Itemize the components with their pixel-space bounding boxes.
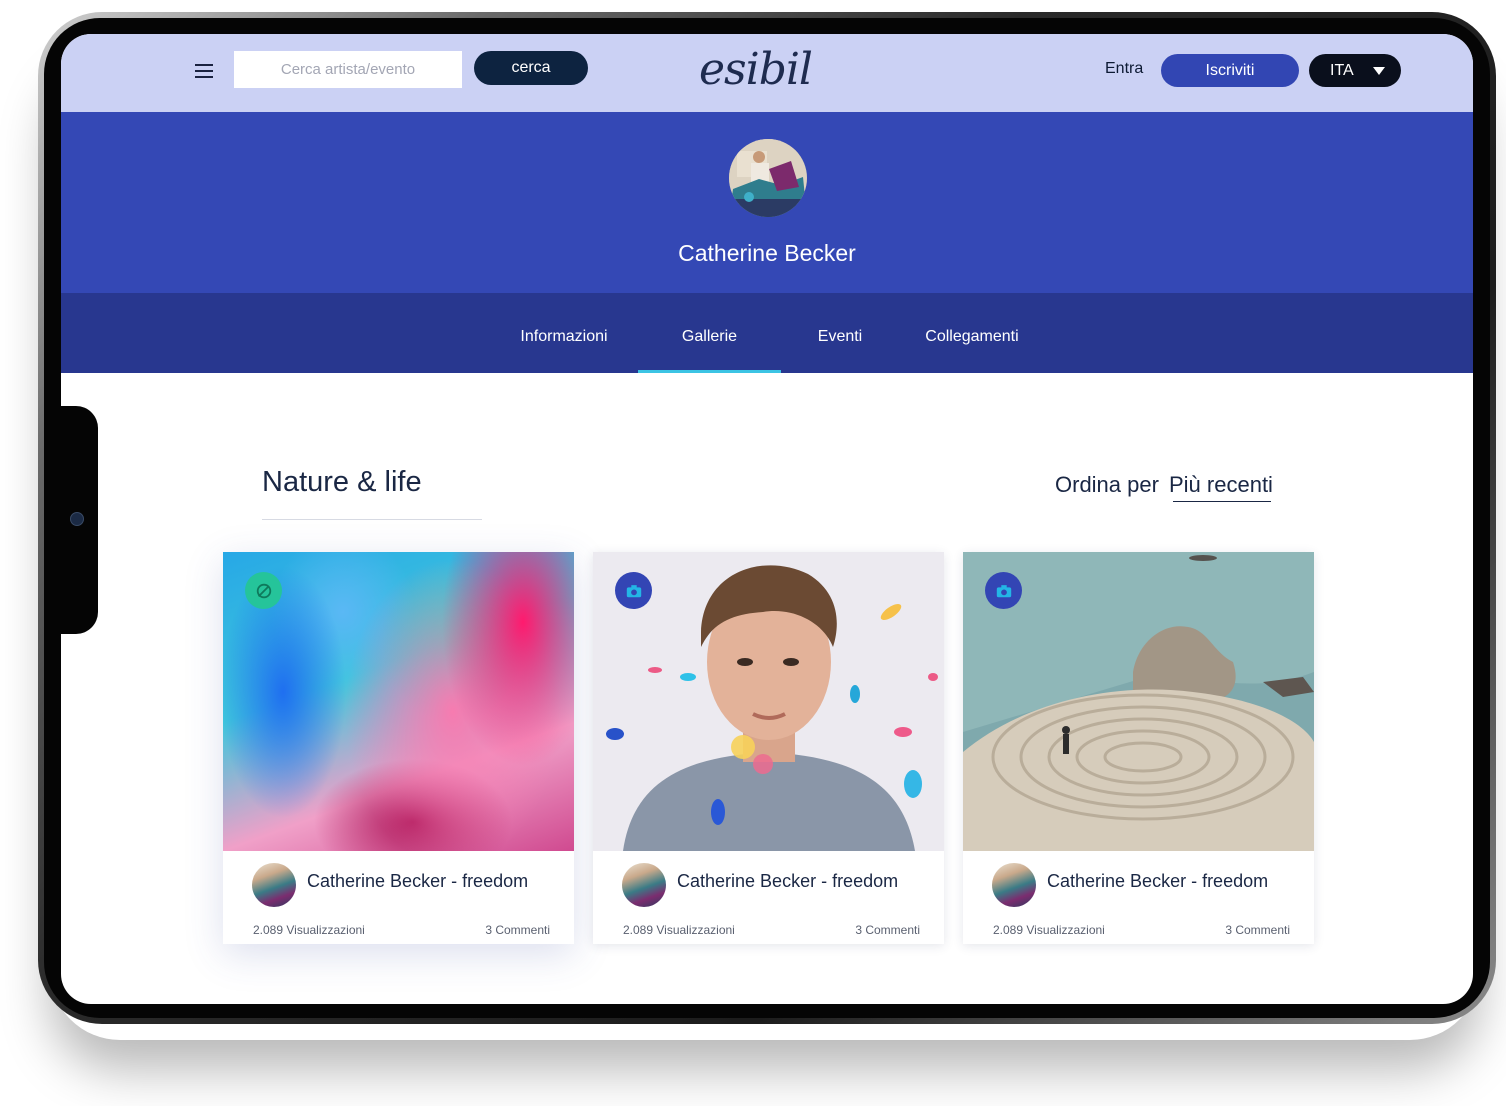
tab-eventi[interactable]: Eventi — [799, 293, 881, 373]
author-avatar[interactable] — [992, 863, 1036, 907]
views-count: 2.089 Visualizzazioni — [993, 923, 1105, 937]
camera-icon — [985, 572, 1022, 609]
profile-avatar[interactable] — [729, 139, 807, 217]
title-divider — [262, 519, 482, 520]
active-tab-indicator — [638, 370, 781, 373]
tab-collegamenti[interactable]: Collegamenti — [907, 293, 1037, 373]
profile-tabs: Informazioni Gallerie Eventi Collegament… — [61, 293, 1473, 373]
sort-label: Ordina per — [1055, 472, 1159, 497]
tab-gallerie[interactable]: Gallerie — [638, 293, 781, 373]
author-avatar[interactable] — [252, 863, 296, 907]
author-avatar[interactable] — [622, 863, 666, 907]
profile-header: Catherine Becker — [61, 112, 1473, 293]
gallery-card[interactable]: Catherine Becker - freedom 2.089 Visuali… — [223, 552, 574, 944]
top-navbar: cerca esibil Entra Iscriviti ITA — [61, 34, 1473, 112]
sort-underline — [1173, 501, 1271, 502]
comments-count[interactable]: 3 Commenti — [1225, 923, 1290, 937]
sort-select[interactable]: Più recenti — [1169, 472, 1273, 498]
card-title[interactable]: Catherine Becker - freedom — [307, 871, 528, 892]
chevron-down-icon — [1373, 67, 1385, 75]
gallery-card[interactable]: Catherine Becker - freedom 2.089 Visuali… — [593, 552, 944, 944]
signup-button[interactable]: Iscriviti — [1161, 54, 1299, 87]
comments-count[interactable]: 3 Commenti — [855, 923, 920, 937]
tab-informazioni[interactable]: Informazioni — [501, 293, 627, 373]
views-count: 2.089 Visualizzazioni — [253, 923, 365, 937]
hamburger-menu-icon[interactable] — [195, 64, 213, 78]
search-button[interactable]: cerca — [474, 51, 588, 85]
card-title[interactable]: Catherine Becker - freedom — [677, 871, 898, 892]
login-link[interactable]: Entra — [1105, 60, 1143, 78]
search-input[interactable] — [234, 51, 462, 88]
screen: cerca esibil Entra Iscriviti ITA Catheri… — [61, 34, 1473, 1004]
esibil-logo[interactable]: esibil — [699, 40, 819, 100]
language-select[interactable]: ITA — [1309, 54, 1401, 87]
gallery-title: Nature & life — [262, 466, 422, 498]
profile-name: Catherine Becker — [678, 240, 856, 266]
gallery-card[interactable]: Catherine Becker - freedom 2.089 Visuali… — [963, 552, 1314, 944]
comments-count[interactable]: 3 Commenti — [485, 923, 550, 937]
language-value: ITA — [1330, 61, 1354, 79]
front-camera-icon — [70, 512, 84, 526]
views-count: 2.089 Visualizzazioni — [623, 923, 735, 937]
palette-icon — [245, 572, 282, 609]
card-title[interactable]: Catherine Becker - freedom — [1047, 871, 1268, 892]
camera-icon — [615, 572, 652, 609]
